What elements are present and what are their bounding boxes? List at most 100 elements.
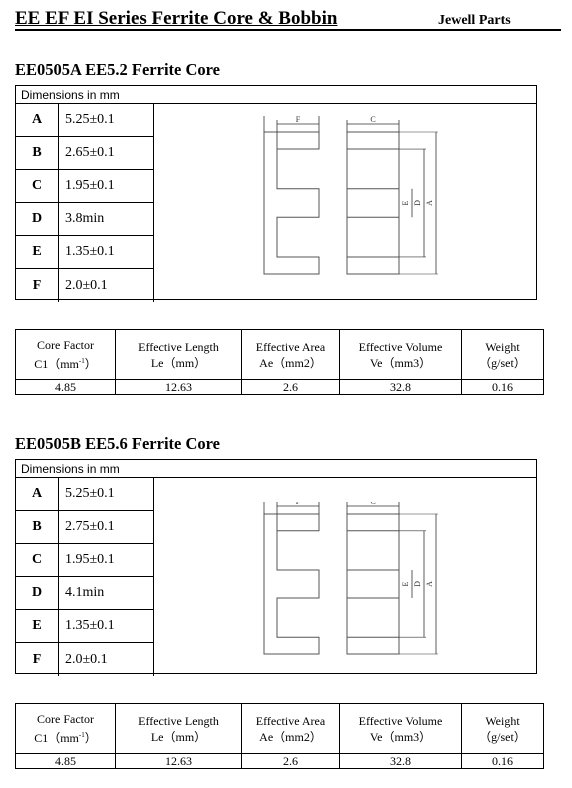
property-header: Effective Area Ae（mm2） [241,703,340,754]
property-unit: （g/set） [479,729,526,744]
dimension-value: 2.75±0.1 [59,511,154,543]
dimension-row-c: C 1.95±0.1 [16,170,154,203]
dimension-letter: B [16,137,59,169]
dimension-value: 5.25±0.1 [59,104,154,136]
property-name: Effective Length [138,339,219,354]
dimension-letter: A [16,104,59,136]
dimension-letter: D [16,203,59,235]
dimension-value: 3.8min [59,203,154,235]
property-value: 12.63 [115,379,242,395]
property-name: Effective Volume [358,713,443,728]
dimension-label-c: C [370,502,375,506]
property-name: Weight [485,339,520,354]
e-core-front-view [346,131,400,275]
dimension-label-f: F [296,502,301,506]
property-unit: （g/set） [479,355,526,370]
dimension-label-e: E [401,200,410,205]
dimension-letter: D [16,577,59,609]
property-unit: Le（mm） [150,729,207,744]
properties-value-row: 4.85 12.63 2.6 32.8 0.16 [15,379,544,395]
dimension-row-d: D 4.1min [16,577,154,610]
dimension-value: 2.65±0.1 [59,137,154,169]
property-name: Weight [485,713,520,728]
dimension-row-a: A 5.25±0.1 [16,478,154,511]
property-value: 32.8 [339,753,462,769]
property-value: 0.16 [461,379,544,395]
property-header: Effective Volume Ve（mm3） [339,329,462,380]
dimension-letter: F [16,269,59,302]
dimension-row-d: D 3.8min [16,203,154,236]
property-header: Effective Length Le（mm） [115,329,242,380]
property-name: Core Factor [37,712,94,726]
dimensions-body: BFCEDA A5.25±0.1B2.65±0.1C1.95±0.1D3.8mi… [16,104,536,302]
dimension-label-e: E [401,581,410,586]
dimensions-table: Dimensions in mm BFCEDA A5.25±0.1B2.65±0… [15,85,537,302]
dimension-letter: C [16,170,59,202]
property-unit: Ve（mm3） [369,729,432,744]
section-heading: EE0505B EE5.6 Ferrite Core [15,434,220,453]
dimension-label-a: A [425,581,434,587]
property-value: 2.6 [241,379,340,395]
core-diagram: BFCEDA [263,116,438,275]
property-header: Effective Volume Ve（mm3） [339,703,462,754]
properties-header-row: Core Factor C1（mm-1） Effective Length Le（mm… [15,703,544,754]
dimension-row-f: F 2.0±0.1 [16,643,154,676]
dimension-value: 1.35±0.1 [59,610,154,642]
dimension-value: 4.1min [59,577,154,609]
dimension-row-b: B 2.65±0.1 [16,137,154,170]
property-name: Effective Length [138,713,219,728]
property-value: 2.6 [241,753,340,769]
dimension-letter: C [16,544,59,576]
dimension-label-d: D [413,581,422,587]
core-diagram: BFCEDA [263,502,438,655]
dimension-label-c: C [370,116,375,124]
property-name: Core Factor [37,338,94,352]
property-value: 4.85 [15,753,116,769]
property-name: Effective Area [255,339,326,354]
dimensions-header: Dimensions in mm [16,460,536,478]
property-unit: C1（mm-1） [34,357,97,371]
page-title: EE EF EI Series Ferrite Core & Bobbin [15,8,338,29]
property-value: 12.63 [115,753,242,769]
properties-header-row: Core Factor C1（mm-1） Effective Length Le（mm… [15,329,544,380]
dimension-value: 1.35±0.1 [59,236,154,268]
properties-value-row: 4.85 12.63 2.6 32.8 0.16 [15,753,544,769]
e-core-front-view [346,513,400,655]
brand-name: Jewell Parts [438,13,511,28]
property-unit: Ae（mm2） [259,355,322,370]
dimension-value: 5.25±0.1 [59,478,154,510]
dimension-row-f: F 2.0±0.1 [16,269,154,302]
section-heading: EE0505A EE5.2 Ferrite Core [15,60,220,79]
dimensions-body: BFCEDA A5.25±0.1B2.75±0.1C1.95±0.1D4.1mi… [16,478,536,676]
property-unit: Ve（mm3） [369,355,432,370]
property-name: Effective Area [255,713,326,728]
dimensions-header: Dimensions in mm [16,86,536,104]
property-header: Effective Length Le（mm） [115,703,242,754]
e-core-side-view [263,131,320,275]
property-header: Effective Area Ae（mm2） [241,329,340,380]
property-unit: Ae（mm2） [259,729,322,744]
e-core-side-view [263,513,320,655]
property-header: Core Factor C1（mm-1） [15,703,116,754]
dimension-letter: E [16,236,59,268]
dimension-letter: F [16,643,59,676]
property-header: Weight （g/set） [461,329,544,380]
title-divider [15,29,561,31]
properties-table: Core Factor C1（mm-1） Effective Length Le（mm… [15,329,544,395]
property-header: Core Factor C1（mm-1） [15,329,116,380]
dimension-label-f: F [296,116,301,124]
dimension-letter: A [16,478,59,510]
property-name: Effective Volume [358,339,443,354]
dimension-value: 2.0±0.1 [59,643,154,676]
dimension-row-e: E 1.35±0.1 [16,236,154,269]
dimension-letter: E [16,610,59,642]
property-value: 0.16 [461,753,544,769]
property-header: Weight （g/set） [461,703,544,754]
dimension-letter: B [16,511,59,543]
property-value: 32.8 [339,379,462,395]
property-unit: Le（mm） [150,355,207,370]
dimension-label-a: A [425,200,434,206]
dimension-value: 1.95±0.1 [59,170,154,202]
dimension-row-c: C 1.95±0.1 [16,544,154,577]
dimension-row-b: B 2.75±0.1 [16,511,154,544]
